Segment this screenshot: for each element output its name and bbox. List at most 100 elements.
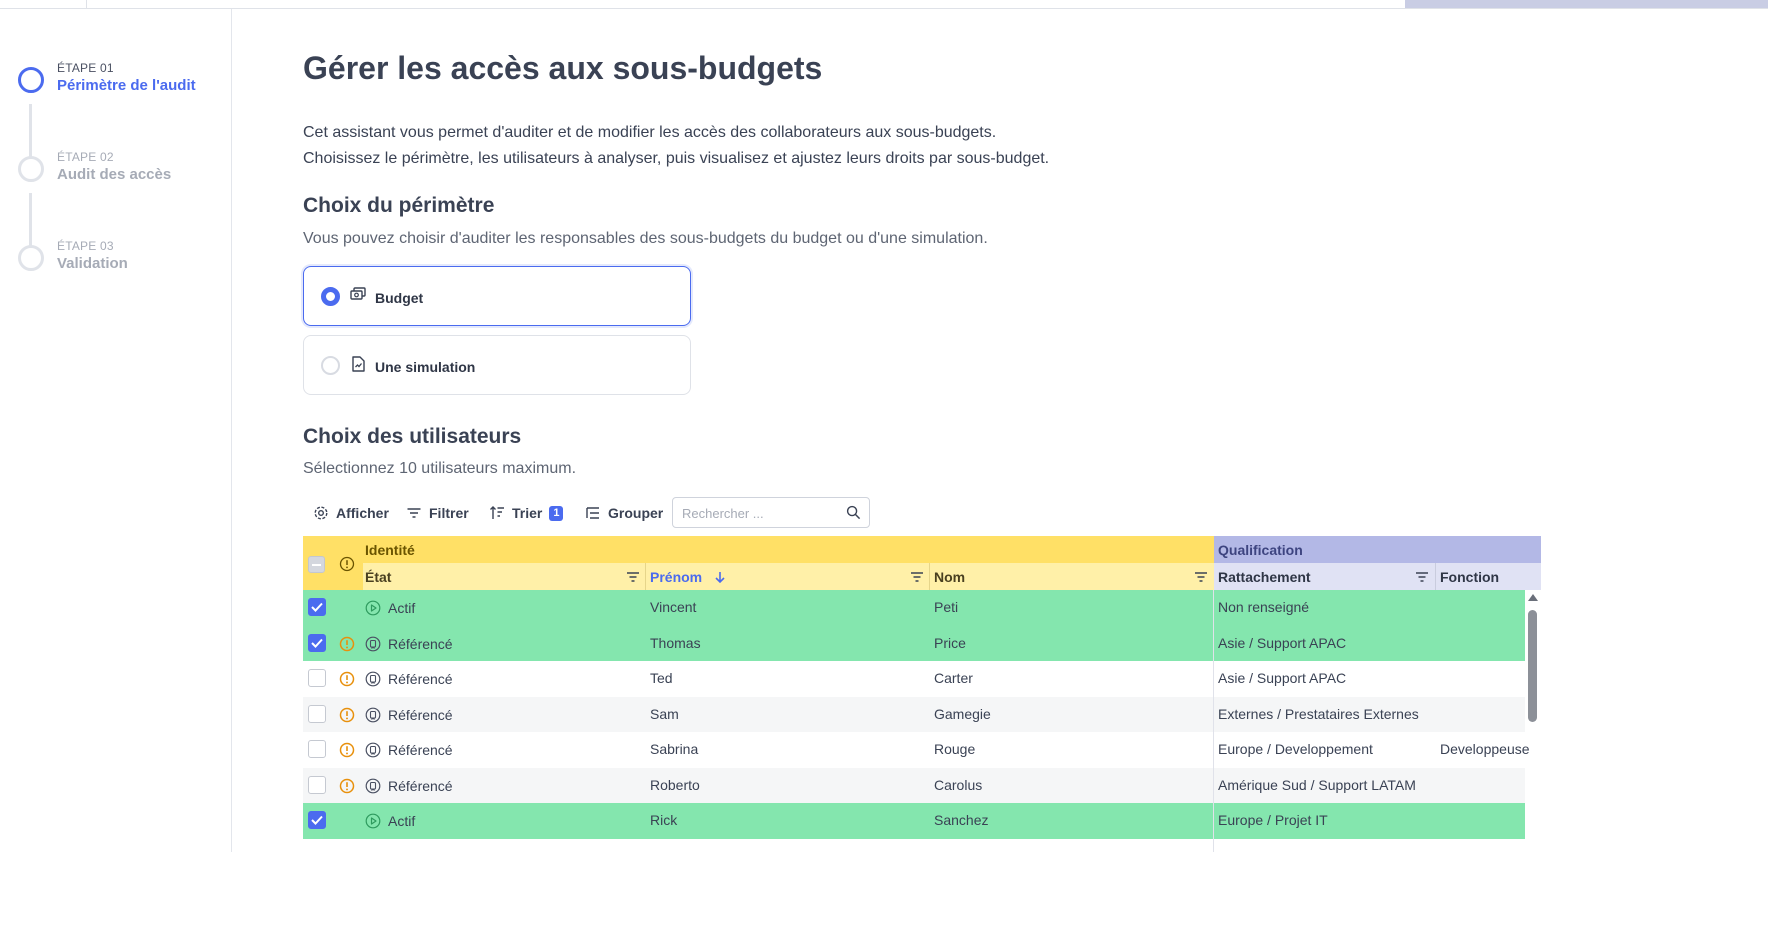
group-button[interactable]: Grouper: [585, 503, 663, 523]
users-subtitle: Sélectionnez 10 utilisateurs maximum.: [303, 460, 577, 477]
cell-etat: Actif: [388, 600, 416, 616]
gear-icon: [314, 506, 328, 520]
step-circle-icon: [18, 156, 44, 182]
show-button[interactable]: Afficher: [313, 503, 389, 523]
check-icon: [311, 602, 323, 612]
intro-line-2: Choisissez le périmètre, les utilisateur…: [303, 150, 1050, 167]
row-checkbox[interactable]: [308, 598, 326, 616]
step-number: ÉTAPE 01: [57, 61, 114, 75]
row-checkbox[interactable]: [308, 633, 326, 652]
row-checkbox[interactable]: [308, 811, 326, 829]
sort-count-badge: 1: [549, 505, 564, 521]
filter-icon: [407, 508, 421, 518]
sort-label: Trier: [512, 505, 543, 521]
cell-rattachement: Non renseigné: [1218, 599, 1310, 615]
select-all-checkbox[interactable]: [308, 556, 325, 573]
search-box[interactable]: [672, 497, 870, 528]
identity-columns: État Prénom Nom: [303, 563, 1214, 590]
cell-prenom: Rick: [650, 812, 678, 828]
option-label: Budget: [375, 290, 424, 306]
search-input[interactable]: [682, 504, 832, 522]
filter-label: Filtrer: [429, 505, 469, 521]
col-etat[interactable]: État: [365, 569, 391, 585]
play-icon: [365, 813, 381, 829]
grid-group-header: Identité Qualification: [303, 536, 1541, 563]
scroll-up-icon[interactable]: [1528, 594, 1538, 601]
page-title: Gérer les accès aux sous-budgets: [303, 50, 823, 86]
table-row[interactable]: Référencé Ted Carter Asie / Support APAC: [303, 661, 1525, 697]
table-row[interactable]: Référencé Thomas Price Asie / Support APAC: [303, 625, 1525, 662]
cell-etat: Référencé: [388, 706, 453, 723]
table-row[interactable]: Référencé Sam Gamegie Externes / Prestatair…: [303, 696, 1525, 733]
radio-selected[interactable]: [321, 287, 340, 306]
option-budget[interactable]: Budget: [303, 266, 691, 326]
badge-icon: [365, 778, 381, 793]
column-filter-icon[interactable]: [1194, 571, 1208, 583]
col-prenom[interactable]: Prénom: [650, 569, 726, 585]
row-checkbox[interactable]: [308, 740, 326, 758]
money-icon: [350, 287, 366, 300]
col-rattachement[interactable]: Rattachement: [1218, 569, 1311, 585]
warning-column-icon: [339, 556, 355, 572]
step-label: Audit des accès: [57, 166, 172, 183]
cell-nom: Peti: [934, 599, 959, 615]
document-chart-icon: [352, 356, 365, 372]
badge-icon: [365, 707, 381, 722]
table-row[interactable]: Référencé Sabrina Rouge Europe / Developpem…: [303, 732, 1530, 768]
row-checkbox[interactable]: [308, 669, 326, 687]
grid-scrollbar[interactable]: [1525, 590, 1541, 852]
step-number: ÉTAPE 02: [57, 150, 114, 164]
scroll-thumb[interactable]: [1528, 610, 1537, 722]
cell-prenom: Sam: [650, 705, 679, 722]
col-fonction[interactable]: Fonction: [1440, 569, 1499, 585]
cell-rattachement: Europe / Developpement: [1218, 741, 1373, 757]
column-divider: [929, 563, 930, 590]
search-icon[interactable]: [846, 505, 861, 520]
top-bar-divider: [86, 0, 87, 9]
play-icon: [365, 600, 381, 616]
cell-nom: Carolus: [934, 776, 983, 793]
wizard-stepper: ÉTAPE 01 Périmètre de l'audit ÉTAPE 02 A…: [0, 9, 232, 852]
filter-button[interactable]: Filtrer: [406, 503, 469, 523]
group-label: Grouper: [608, 505, 664, 521]
column-filter-icon[interactable]: [910, 571, 924, 583]
warning-icon: [339, 778, 355, 793]
cell-nom: Sanchez: [934, 812, 989, 828]
cell-prenom: Roberto: [650, 776, 700, 793]
cell-nom: Price: [934, 634, 966, 651]
top-bar-accent: [1405, 0, 1768, 8]
col-nom[interactable]: Nom: [934, 569, 965, 585]
column-filter-icon[interactable]: [626, 571, 640, 583]
radio-unselected[interactable]: [321, 356, 340, 375]
table-row[interactable]: Actif Rick Sanchez Europe / Projet IT: [303, 803, 1525, 839]
cell-nom: Carter: [934, 670, 973, 686]
grid-column-header: État Prénom Nom Rattachement Fonction: [303, 563, 1541, 590]
row-checkbox[interactable]: [308, 775, 326, 794]
step-label: Validation: [57, 255, 128, 272]
stepper-connector: [29, 193, 32, 251]
cell-etat: Actif: [388, 813, 416, 829]
sort-arrow-down-icon: [715, 572, 725, 584]
column-filter-icon[interactable]: [1415, 571, 1429, 583]
column-divider: [1435, 563, 1436, 590]
step-circle-icon: [18, 67, 44, 93]
warning-icon: [339, 742, 355, 758]
table-row[interactable]: Référencé Roberto Carolus Amérique Sud / Su…: [303, 767, 1525, 804]
sort-button[interactable]: Trier 1: [489, 503, 564, 523]
option-simulation[interactable]: Une simulation: [303, 335, 691, 395]
group-qualification-label: Qualification: [1218, 542, 1303, 558]
cell-prenom: Ted: [650, 670, 673, 686]
users-grid: Identité Qualification État Prénom Nom R…: [303, 536, 1541, 852]
table-row[interactable]: Actif Vincent Peti Non renseigné: [303, 590, 1525, 626]
cell-prenom: Thomas: [650, 634, 701, 651]
cell-etat: Référencé: [388, 635, 453, 652]
cell-etat: Référencé: [388, 671, 453, 687]
step-number: ÉTAPE 03: [57, 239, 114, 253]
row-checkbox[interactable]: [308, 704, 326, 723]
cell-etat: Référencé: [388, 742, 453, 758]
cell-etat: Référencé: [388, 777, 453, 794]
cell-nom: Gamegie: [934, 705, 991, 722]
badge-icon: [365, 671, 381, 687]
cell-rattachement: Asie / Support APAC: [1218, 634, 1347, 651]
check-icon: [311, 815, 323, 825]
